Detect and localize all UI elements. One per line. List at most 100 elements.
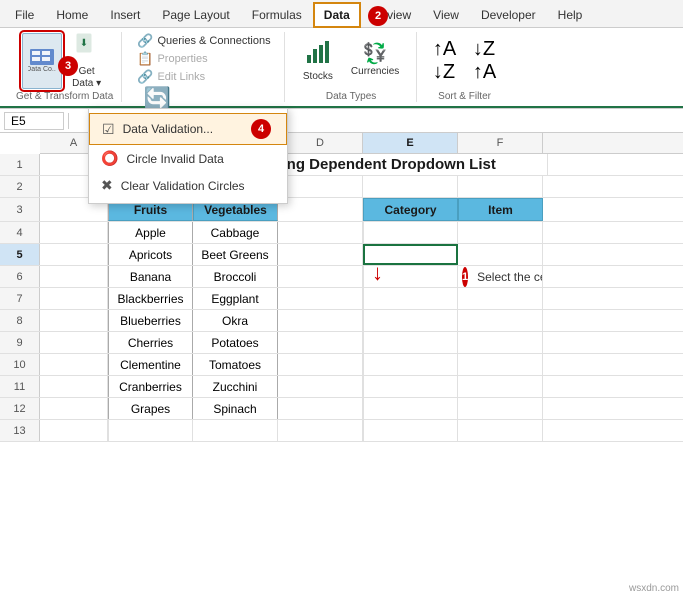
cell-f6[interactable]: 1 Select the cell [458,266,543,287]
row-num-8[interactable]: 8 [0,310,40,331]
row-num-9[interactable]: 9 [0,332,40,353]
currencies-button[interactable]: 💱 Currencies [345,33,405,89]
col-header-e[interactable]: E [363,133,458,153]
cell-e5[interactable] [363,244,458,265]
cell-f4[interactable] [458,222,543,243]
cell-reference-box[interactable]: E5 [4,112,64,130]
cell-d10[interactable] [278,354,363,375]
cell-d3[interactable] [278,198,363,221]
cell-f2[interactable] [458,176,543,197]
properties-btn[interactable]: 📋 Properties [132,50,212,68]
clear-validation-circles-item[interactable]: ✖ Clear Validation Circles [89,172,287,199]
cell-c4[interactable]: Cabbage [193,222,278,243]
tab-help[interactable]: Help [547,1,594,27]
cell-a11[interactable] [40,376,108,397]
row-num-12[interactable]: 12 [0,398,40,419]
cell-e13[interactable] [363,420,458,441]
row-num-3[interactable]: 3 [0,198,40,221]
tab-insert[interactable]: Insert [99,1,151,27]
cell-c6[interactable]: Broccoli [193,266,278,287]
cell-b5[interactable]: Apricots [108,244,193,265]
cell-b9[interactable]: Cherries [108,332,193,353]
cell-f9[interactable] [458,332,543,353]
cell-f11[interactable] [458,376,543,397]
data-validation-menu-item[interactable]: ☑ Data Validation... 4 [89,113,287,145]
cell-d7[interactable] [278,288,363,309]
sort-ascending-button[interactable]: ↑A↓Z [427,33,463,89]
data-co-button[interactable]: Data Co... [22,33,62,89]
cell-a9[interactable] [40,332,108,353]
cell-d12[interactable] [278,398,363,419]
cell-e3-header[interactable]: Category [363,198,458,221]
tab-formulas[interactable]: Formulas [241,1,313,27]
cell-d4[interactable] [278,222,363,243]
cell-c7[interactable]: Eggplant [193,288,278,309]
cell-b4[interactable]: Apple [108,222,193,243]
cell-b8[interactable]: Blueberries [108,310,193,331]
cell-e7[interactable] [363,288,458,309]
stocks-button[interactable]: Stocks [297,33,339,89]
row-num-6[interactable]: 6 [0,266,40,287]
cell-a13[interactable] [40,420,108,441]
sort-descending-button[interactable]: ↓Z↑A [467,33,503,89]
row-num-1[interactable]: 1 [0,154,40,175]
cell-e12[interactable] [363,398,458,419]
cell-e6[interactable]: ↑ [363,266,458,287]
cell-b10[interactable]: Clementine [108,354,193,375]
cell-a4[interactable] [40,222,108,243]
cell-d8[interactable] [278,310,363,331]
cell-c13[interactable] [193,420,278,441]
row-num-7[interactable]: 7 [0,288,40,309]
cell-d6[interactable] [278,266,363,287]
cell-d9[interactable] [278,332,363,353]
cell-d13[interactable] [278,420,363,441]
row-num-10[interactable]: 10 [0,354,40,375]
cell-e8[interactable] [363,310,458,331]
cell-c12[interactable]: Spinach [193,398,278,419]
cell-f10[interactable] [458,354,543,375]
cell-c5[interactable]: Beet Greens [193,244,278,265]
tab-developer[interactable]: Developer [470,1,547,27]
queries-connections-btn[interactable]: 🔗 Queries & Connections [132,32,275,50]
cell-e9[interactable] [363,332,458,353]
cell-f12[interactable] [458,398,543,419]
cell-b6[interactable]: Banana [108,266,193,287]
tab-data[interactable]: Data [313,2,361,28]
cell-e11[interactable] [363,376,458,397]
cell-e10[interactable] [363,354,458,375]
edit-links-btn[interactable]: 🔗 Edit Links [132,68,210,86]
cell-a12[interactable] [40,398,108,419]
cell-d11[interactable] [278,376,363,397]
cell-b7[interactable]: Blackberries [108,288,193,309]
cell-e2[interactable] [363,176,458,197]
tab-file[interactable]: File [4,1,45,27]
cell-f8[interactable] [458,310,543,331]
row-num-4[interactable]: 4 [0,222,40,243]
cell-a7[interactable] [40,288,108,309]
row-num-11[interactable]: 11 [0,376,40,397]
row-num-5[interactable]: 5 [0,244,40,265]
cell-a10[interactable] [40,354,108,375]
cell-a6[interactable] [40,266,108,287]
col-header-f[interactable]: F [458,133,543,153]
cell-f5[interactable] [458,244,543,265]
col-header-d[interactable]: D [278,133,363,153]
cell-c11[interactable]: Zucchini [193,376,278,397]
cell-b11[interactable]: Cranberries [108,376,193,397]
cell-f13[interactable] [458,420,543,441]
cell-c10[interactable]: Tomatoes [193,354,278,375]
cell-b12[interactable]: Grapes [108,398,193,419]
cell-c9[interactable]: Potatoes [193,332,278,353]
tab-view[interactable]: View [422,1,470,27]
cell-a5[interactable] [40,244,108,265]
cell-f7[interactable] [458,288,543,309]
tab-page-layout[interactable]: Page Layout [151,1,240,27]
circle-invalid-data-item[interactable]: ⭕ Circle Invalid Data [89,145,287,172]
row-num-2[interactable]: 2 [0,176,40,197]
cell-f3-header[interactable]: Item [458,198,543,221]
cell-c8[interactable]: Okra [193,310,278,331]
cell-a8[interactable] [40,310,108,331]
cell-d5[interactable] [278,244,363,265]
cell-e4[interactable] [363,222,458,243]
row-num-13[interactable]: 13 [0,420,40,441]
